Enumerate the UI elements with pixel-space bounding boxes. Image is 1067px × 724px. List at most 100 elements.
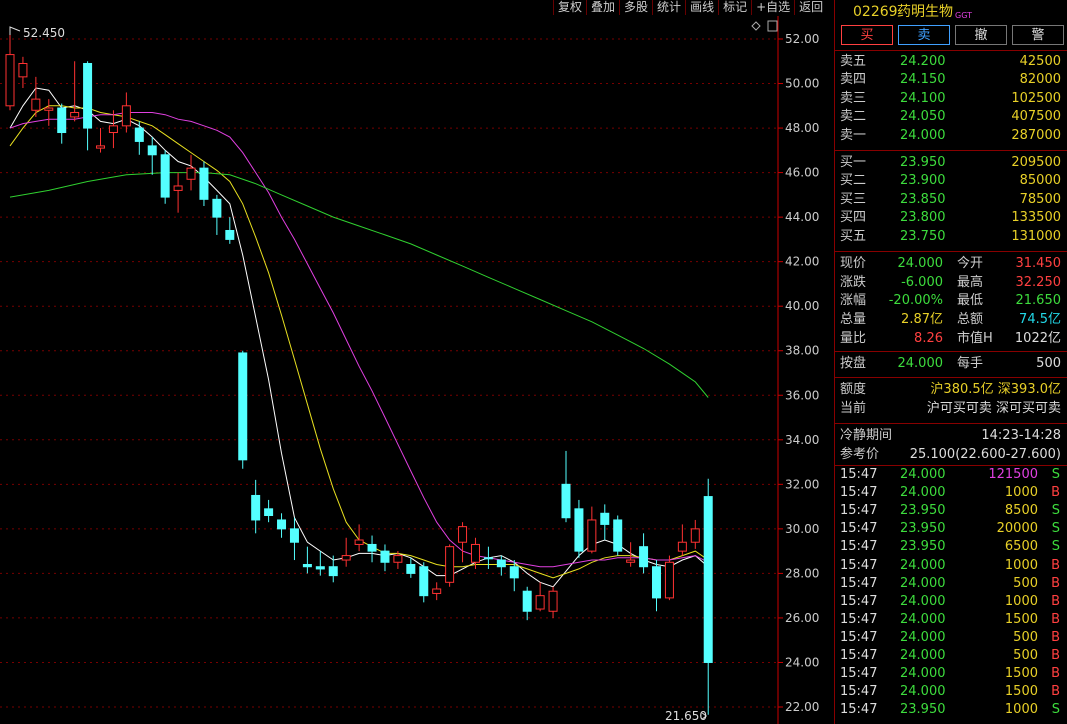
tick-s: B <box>1051 611 1060 627</box>
candle <box>406 557 416 578</box>
candle-body <box>703 496 713 663</box>
candle-body <box>225 229 235 240</box>
value-cooling: 14:23-14:28 <box>981 428 1061 443</box>
candle-body <box>639 546 649 568</box>
level-volume: 102500 <box>1011 90 1061 106</box>
sell-button[interactable]: 卖 <box>898 25 950 45</box>
tick-v: 1000 <box>1004 593 1038 609</box>
low-label: 21.650 <box>665 709 707 723</box>
level-label: 卖二 <box>840 109 867 125</box>
candle <box>264 499 274 523</box>
candle <box>147 136 157 175</box>
tick-s: S <box>1051 539 1060 555</box>
candle <box>199 161 209 206</box>
kline-chart[interactable]: 52.00 50.00 48.00 46.00 44.00 42.00 40.00 38.00… <box>0 16 833 724</box>
level-volume: 133500 <box>1011 210 1061 226</box>
tick-p: 24.000 <box>900 467 946 482</box>
candle-body <box>354 539 364 545</box>
toolbar-button-7[interactable]: 返回 <box>794 0 827 15</box>
tick-p: 24.000 <box>900 648 946 663</box>
y-tick-label: 34.00 <box>785 433 819 447</box>
candle-body <box>393 555 403 563</box>
candle <box>302 546 312 574</box>
level-price: 24.000 <box>900 127 946 143</box>
level-volume: 209500 <box>1011 155 1061 170</box>
candle <box>83 61 93 151</box>
tick-v: 1500 <box>1004 611 1038 627</box>
toolbar-button-3[interactable]: 统计 <box>652 0 685 15</box>
tick-row: 15:47 24.000 500 B <box>835 647 1067 665</box>
toolbar-button-5[interactable]: 标记 <box>718 0 751 15</box>
toolbar-button-0[interactable]: 复权 <box>553 0 586 15</box>
y-tick-label: 26.00 <box>785 611 819 625</box>
candle-body <box>380 550 390 563</box>
window-icon[interactable] <box>767 20 778 32</box>
candle <box>70 61 80 122</box>
tick-v: 500 <box>1013 575 1038 591</box>
candle <box>212 194 222 235</box>
tick-row: 15:47 24.000 1500 B <box>835 665 1067 683</box>
candle-body <box>5 54 15 107</box>
y-tick-label: 38.00 <box>785 344 819 358</box>
tick-row: 15:47 24.000 121500 S <box>835 466 1067 484</box>
level-volume: 287000 <box>1011 127 1061 143</box>
candle-body <box>264 508 274 517</box>
tick-t: 15:47 <box>840 684 878 700</box>
tick-v: 1500 <box>1004 666 1038 682</box>
candle <box>432 582 442 601</box>
candle <box>600 504 610 540</box>
candle <box>561 450 571 523</box>
candle-body <box>96 145 106 149</box>
tick-p: 24.000 <box>900 666 946 682</box>
candle <box>548 586 558 618</box>
toolbar-button-2[interactable]: 多股 <box>619 0 652 15</box>
tick-t: 15:47 <box>840 629 878 645</box>
value-low: 21.650 <box>1015 293 1062 308</box>
stock-name: 药明生物 <box>897 4 953 20</box>
toolbar-button-6[interactable]: +自选 <box>751 0 794 15</box>
value-now: 24.000 <box>897 256 944 271</box>
candle-body <box>445 546 455 583</box>
cancel-button[interactable]: 撤 <box>955 25 1007 45</box>
candle-body <box>18 62 28 78</box>
tick-t: 15:47 <box>840 702 878 718</box>
chart-toolbar: 复权 叠加 多股 统计 画线 标记 +自选 返回 <box>553 0 833 16</box>
alert-button[interactable]: 警 <box>1012 25 1064 45</box>
tick-row: 15:47 24.000 1000 B <box>835 484 1067 502</box>
candle <box>315 551 325 576</box>
candle <box>134 121 144 155</box>
diamond-icon[interactable] <box>751 21 761 31</box>
toolbar-button-4[interactable]: 画线 <box>685 0 718 15</box>
candle <box>238 350 248 469</box>
candle <box>121 92 131 133</box>
level-label: 买一 <box>840 155 867 170</box>
candle-body <box>160 154 170 198</box>
candle-body <box>406 563 416 574</box>
tick-s: B <box>1051 575 1060 591</box>
candle-body <box>367 543 377 552</box>
candle <box>652 560 661 612</box>
label-change: 涨跌 <box>840 275 867 290</box>
candle <box>160 150 170 204</box>
level-label: 卖三 <box>840 90 867 106</box>
y-tick-label: 46.00 <box>785 166 819 180</box>
candle-body <box>108 125 118 134</box>
value-high: 32.250 <box>1015 275 1062 290</box>
toolbar-button-1[interactable]: 叠加 <box>586 0 619 15</box>
buy-button[interactable]: 买 <box>841 25 893 45</box>
candle <box>458 522 468 563</box>
candle-body <box>147 145 157 156</box>
tick-s: S <box>1051 467 1060 482</box>
tick-t: 15:47 <box>840 485 878 501</box>
tick-s: B <box>1051 648 1060 663</box>
candle <box>613 515 623 556</box>
tick-s: S <box>1051 521 1060 537</box>
y-tick-label: 44.00 <box>785 210 819 224</box>
level-label: 卖五 <box>840 54 867 69</box>
label-high: 最高 <box>957 275 984 290</box>
candle-body <box>600 512 610 525</box>
stock-code: 02269 <box>853 4 898 20</box>
candle <box>703 478 713 715</box>
candle-body <box>626 559 636 563</box>
candle-body <box>652 566 661 599</box>
